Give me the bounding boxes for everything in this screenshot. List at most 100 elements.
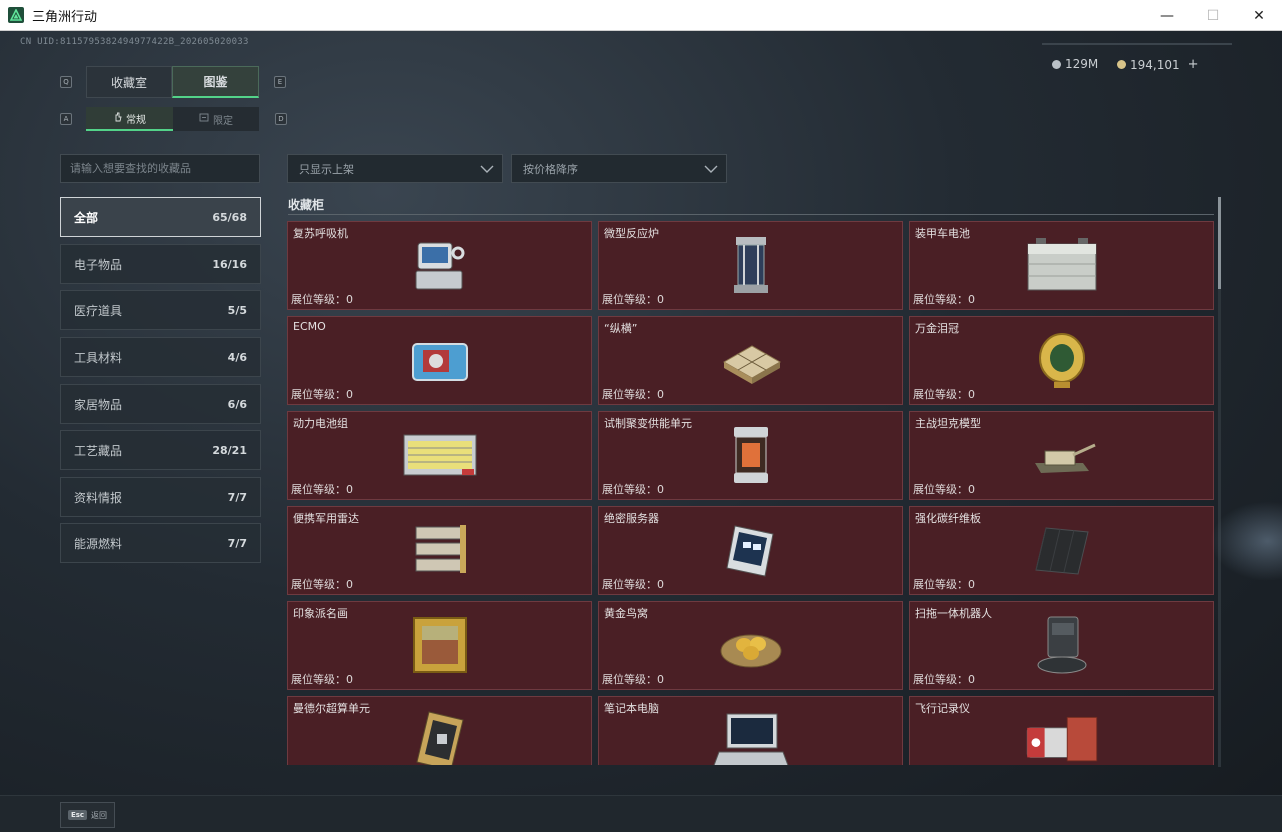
collection-card[interactable]: “纵横” 展位等级：0 [598, 316, 903, 405]
category-medical[interactable]: 医疗道具 5/5 [60, 290, 261, 330]
collection-item-name: “纵横” [604, 322, 638, 335]
flight-recorder-icon [1022, 707, 1102, 765]
category-count: 65/68 [212, 210, 247, 224]
collection-item-name: 装甲车电池 [915, 227, 970, 240]
collection-item-name: 试制聚变供能单元 [604, 417, 692, 430]
category-label: 家居物品 [74, 397, 123, 412]
collection-card[interactable]: 主战坦克模型 展位等级：0 [909, 411, 1214, 500]
category-label: 工具材料 [74, 350, 123, 365]
category-label: 医疗道具 [74, 303, 123, 318]
category-count: 6/6 [227, 397, 247, 411]
subtab-normal[interactable]: 常规 [86, 107, 173, 131]
display-level: 展位等级：0 [291, 578, 353, 591]
collection-card[interactable]: 万金泪冠 展位等级：0 [909, 316, 1214, 405]
category-label: 资料情报 [74, 490, 123, 505]
silver-coin-icon [1052, 59, 1061, 69]
collection-grid: 复苏呼吸机 展位等级：0 微型反应炉 展位等级：0 装甲车电池 展位等级：0 ECMO 展位等… [287, 221, 1215, 765]
top-divider [1042, 43, 1232, 45]
maximize-button[interactable]: ☐ [1190, 0, 1236, 31]
sort-dropdown[interactable]: 按价格降序 [511, 154, 727, 183]
currency-gold: 194,101 + [1117, 57, 1199, 72]
subtab-limited-label: 限定 [213, 115, 233, 127]
back-button[interactable]: Esc 返回 [60, 802, 115, 828]
reactor-icon [711, 232, 791, 298]
add-currency-button[interactable]: + [1188, 57, 1199, 72]
category-count: 5/5 [227, 303, 247, 317]
robot-vacuum-icon [1022, 612, 1102, 678]
display-level: 展位等级：0 [602, 673, 664, 686]
collection-card[interactable]: 复苏呼吸机 展位等级：0 [287, 221, 592, 310]
collection-card[interactable]: 试制聚变供能单元 展位等级：0 [598, 411, 903, 500]
battery-pack-icon [400, 422, 480, 488]
key-hint-a: A [60, 113, 72, 125]
radar-icon [400, 517, 480, 583]
category-count: 7/7 [227, 490, 247, 504]
display-level: 展位等级：0 [291, 388, 353, 401]
tab-atlas[interactable]: 图鉴 [172, 66, 259, 98]
collection-card[interactable]: 黄金鸟窝展位等级：0 [598, 601, 903, 690]
display-level: 展位等级：0 [602, 388, 664, 401]
display-level: 展位等级：0 [913, 673, 975, 686]
collection-item-name: 飞行记录仪 [915, 702, 970, 715]
window-title: 三角洲行动 [32, 9, 98, 25]
collection-card[interactable]: 微型反应炉展位等级：0 [598, 221, 903, 310]
category-crafts[interactable]: 工艺藏品 28/21 [60, 430, 261, 470]
category-electronics[interactable]: 电子物品 16/16 [60, 244, 261, 284]
category-count: 16/16 [212, 257, 247, 271]
display-level: 展位等级：0 [913, 293, 975, 306]
esc-key-icon: Esc [67, 810, 88, 820]
category-all[interactable]: 全部 65/68 [60, 197, 261, 237]
listing-filter-value: 只显示上架 [299, 162, 354, 176]
collection-card[interactable]: 强化碳纤维板 展位等级：0 [909, 506, 1214, 595]
category-count: 28/21 [212, 443, 247, 457]
category-count: 7/7 [227, 536, 247, 550]
category-energy[interactable]: 能源燃料 7/7 [60, 523, 261, 563]
minimize-button[interactable]: — [1144, 0, 1190, 31]
collection-card[interactable]: 笔记本电脑 [598, 696, 903, 765]
limited-icon [199, 113, 209, 125]
collection-item-name: 黄金鸟窝 [604, 607, 648, 620]
collection-card[interactable]: 便携军用雷达 展位等级：0 [287, 506, 592, 595]
gold-coin-icon [1117, 60, 1126, 69]
currency-silver: 129M [1052, 57, 1098, 71]
display-level: 展位等级：0 [602, 293, 664, 306]
battery-icon [1022, 232, 1102, 298]
key-hint-q: Q [60, 76, 72, 88]
collection-item-name: 便携军用雷达 [293, 512, 359, 525]
category-count: 4/6 [227, 350, 247, 364]
currency-gold-amount: 194,101 [1130, 57, 1180, 72]
key-hint-d: D [275, 113, 287, 125]
collection-card[interactable]: 动力电池组 展位等级：0 [287, 411, 592, 500]
collection-card[interactable]: 装甲车电池展位等级：0 [909, 221, 1214, 310]
category-label: 电子物品 [74, 257, 123, 272]
close-button[interactable]: ✕ [1236, 0, 1282, 31]
display-level: 展位等级：0 [602, 483, 664, 496]
collection-card[interactable]: 绝密服务器 展位等级：0 [598, 506, 903, 595]
chevron-down-icon [704, 165, 718, 173]
section-divider [288, 214, 1214, 215]
collection-item-name: ECMO [293, 320, 326, 333]
game-viewport: CN UID:8115795382494977422B_202605020033… [0, 31, 1282, 832]
subtab-limited[interactable]: 限定 [173, 107, 259, 131]
collection-card[interactable]: 扫拖一体机器人 展位等级：0 [909, 601, 1214, 690]
collection-item-name: 微型反应炉 [604, 227, 659, 240]
listing-filter-dropdown[interactable]: 只显示上架 [287, 154, 503, 183]
ecmo-icon [400, 327, 480, 393]
key-hint-e: E [274, 76, 286, 88]
category-intel[interactable]: 资料情报 7/7 [60, 477, 261, 517]
back-label: 返回 [91, 810, 108, 820]
category-household[interactable]: 家居物品 6/6 [60, 384, 261, 424]
category-tools[interactable]: 工具材料 4/6 [60, 337, 261, 377]
collection-card[interactable]: ECMO 展位等级：0 [287, 316, 592, 405]
collection-card[interactable]: 印象派名画 展位等级：0 [287, 601, 592, 690]
search-input[interactable] [60, 154, 260, 183]
scrollbar-thumb[interactable] [1218, 197, 1221, 289]
collection-item-name: 笔记本电脑 [604, 702, 659, 715]
collection-item-name: 绝密服务器 [604, 512, 659, 525]
collection-item-name: 扫拖一体机器人 [915, 607, 992, 620]
category-label: 工艺藏品 [74, 443, 123, 458]
collection-item-name: 复苏呼吸机 [293, 227, 348, 240]
collection-card[interactable]: 曼德尔超算单元 [287, 696, 592, 765]
tab-collection-room[interactable]: 收藏室 [86, 66, 172, 98]
collection-card[interactable]: 飞行记录仪 [909, 696, 1214, 765]
